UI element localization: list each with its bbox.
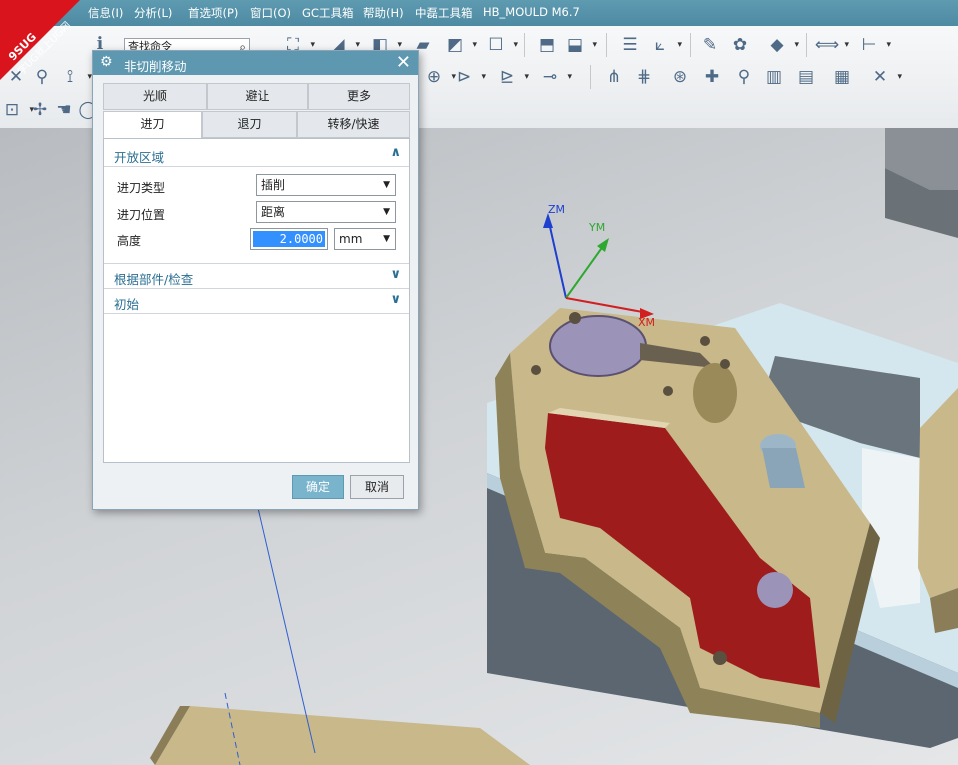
layer-settings-icon[interactable]: ☰ xyxy=(618,33,642,57)
y-axis-label: YM xyxy=(589,221,606,234)
entry-type-label: 进刀类型 xyxy=(117,181,166,195)
chevron-down-icon[interactable]: ∨ xyxy=(390,292,401,307)
point-snap-icon[interactable]: ✢ xyxy=(28,98,52,122)
measure-icon[interactable]: ⊢ xyxy=(857,33,891,57)
chevron-down-icon: ▼ xyxy=(383,180,390,190)
snap-point-icon[interactable]: ◆ xyxy=(765,33,799,57)
generate-toolpath-icon[interactable]: ⋔ xyxy=(602,65,626,89)
section-from-part-check[interactable]: 根据部件/检查 ∨ xyxy=(104,263,409,289)
snap-options-icon[interactable]: ⊡ xyxy=(0,98,34,122)
section-open-area[interactable]: 开放区域 ∧ xyxy=(104,142,409,167)
menu-hb-mould[interactable]: HB_MOULD M6.7 xyxy=(483,5,580,19)
menu-preferences[interactable]: 首选项(P) xyxy=(188,5,238,21)
entry-position-value: 距离 xyxy=(261,205,286,219)
output-cls-icon[interactable]: ▤ xyxy=(794,65,818,89)
chevron-down-icon: ▼ xyxy=(383,207,390,217)
z-axis-label: ZM xyxy=(548,203,566,216)
create-tool-icon[interactable]: ⊳ xyxy=(452,65,486,89)
menu-help[interactable]: 帮助(H) xyxy=(363,5,404,21)
foreground-block xyxy=(155,706,530,765)
edit-object-icon[interactable]: ✎ xyxy=(698,33,722,57)
menu-analysis[interactable]: 分析(L) xyxy=(134,5,172,21)
delete-icon[interactable]: ✕ xyxy=(868,65,902,89)
section-initial-label: 初始 xyxy=(114,297,140,312)
menu-info[interactable]: 信息(I) xyxy=(88,5,123,21)
chevron-up-icon[interactable]: ∧ xyxy=(390,145,401,160)
orient-view-icon[interactable]: ◩ xyxy=(443,33,477,57)
menu-zhonglei-toolbox[interactable]: 中磊工具箱 xyxy=(415,5,473,21)
dialog-title-bar[interactable]: ⚙ 非切削移动 ✕ xyxy=(93,51,418,75)
tab-smoothing[interactable]: 光顺 xyxy=(103,83,207,110)
chevron-down-icon: ▼ xyxy=(383,234,390,244)
cancel-button[interactable]: 取消 xyxy=(350,475,404,499)
verify-toolpath-icon[interactable]: ⊛ xyxy=(668,65,692,89)
entry-position-select[interactable]: 距离 ▼ xyxy=(256,201,396,223)
wcs-icon[interactable]: ⟀ xyxy=(648,33,682,57)
shop-doc-icon[interactable]: ▥ xyxy=(762,65,786,89)
dialog-title: 非切削移动 xyxy=(124,59,187,74)
gear-icon: ⚙ xyxy=(100,54,113,70)
menu-bar: 信息(I) 分析(L) 首选项(P) 窗口(O) GC工具箱 帮助(H) 中磊工… xyxy=(0,0,958,26)
simulate-icon[interactable]: ✚ xyxy=(700,65,724,89)
tab-more[interactable]: 更多 xyxy=(308,83,410,110)
chevron-down-icon[interactable]: ∨ xyxy=(390,267,401,282)
dimension-icon[interactable]: ⟺ xyxy=(815,33,849,57)
create-method-icon[interactable]: ⊸ xyxy=(538,65,572,89)
close-icon[interactable]: ✕ xyxy=(396,52,411,73)
section-from-part-check-label: 根据部件/检查 xyxy=(114,272,194,287)
boolean-icon[interactable]: ⬓ xyxy=(563,33,597,57)
entry-type-select[interactable]: 插削 ▼ xyxy=(256,174,396,196)
height-value: 2.0000 xyxy=(253,231,325,247)
tab-transfer-rapid[interactable]: 转移/快速 xyxy=(297,111,410,138)
height-label: 高度 xyxy=(117,234,142,248)
quick-pick-icon[interactable]: ☚ xyxy=(52,98,76,122)
site-watermark-logo: 9SUG 学UG就上UG网 xyxy=(0,0,80,80)
create-geometry-icon[interactable]: ⊵ xyxy=(495,65,529,89)
tab-engage[interactable]: 进刀 xyxy=(103,111,202,139)
feed-speed-icon[interactable]: ▦ xyxy=(830,65,854,89)
entry-type-value: 插削 xyxy=(261,178,286,192)
height-input[interactable]: 2.0000 xyxy=(250,228,328,250)
non-cutting-moves-dialog: ⚙ 非切削移动 ✕ 光顺 避让 更多 进刀 退刀 转移/快速 开放区域 ∧ 进刀… xyxy=(92,50,419,510)
menu-gc-toolbox[interactable]: GC工具箱 xyxy=(302,5,353,21)
ok-button[interactable]: 确定 xyxy=(292,475,344,499)
entry-position-label: 进刀位置 xyxy=(117,208,166,222)
replay-toolpath-icon[interactable]: ⋕ xyxy=(632,65,656,89)
section-initial[interactable]: 初始 ∨ xyxy=(104,289,409,314)
menu-window[interactable]: 窗口(O) xyxy=(250,5,291,21)
engage-panel: 开放区域 ∧ 进刀类型 插削 ▼ 进刀位置 距离 ▼ 高度 2.0000 mm … xyxy=(103,138,410,463)
section-open-area-label: 开放区域 xyxy=(114,150,165,165)
height-unit-value: mm xyxy=(339,232,363,246)
y-axis xyxy=(565,241,607,299)
post-process-icon[interactable]: ⚲ xyxy=(732,65,756,89)
x-axis-label: XM xyxy=(638,316,656,329)
extrude-icon[interactable]: ⬒ xyxy=(535,33,559,57)
z-axis xyxy=(547,217,567,299)
create-operation-icon[interactable]: ⊕ xyxy=(422,65,456,89)
display-box-icon[interactable]: ☐ xyxy=(484,33,518,57)
tab-avoidance[interactable]: 避让 xyxy=(207,83,308,110)
height-unit-select[interactable]: mm ▼ xyxy=(334,228,396,250)
color-palette-icon[interactable]: ✿ xyxy=(728,33,752,57)
round-hole xyxy=(757,572,793,608)
tab-retract[interactable]: 退刀 xyxy=(202,111,297,138)
